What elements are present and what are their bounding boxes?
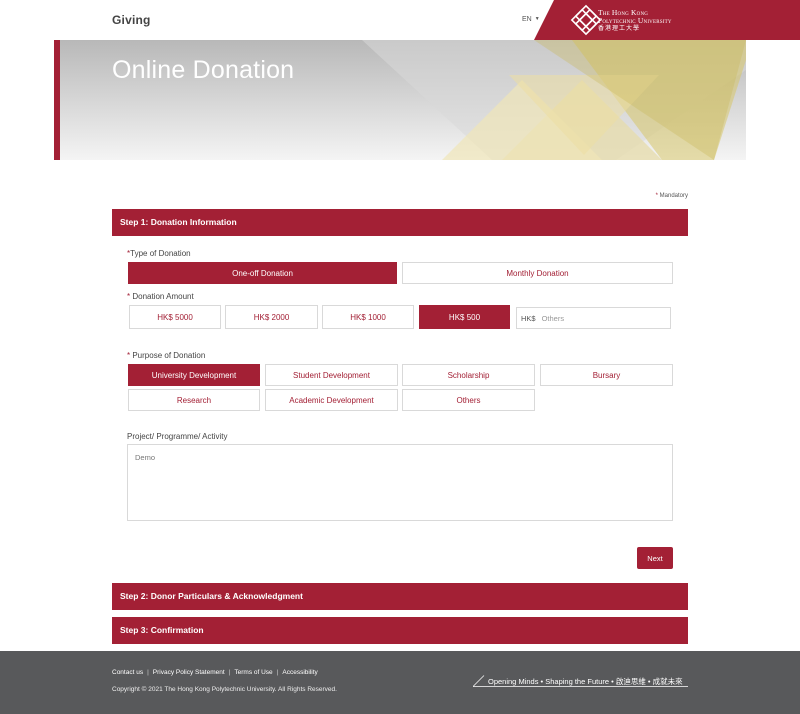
logo-line-3: 香港理工大學 [598, 25, 641, 32]
purpose-academic-development[interactable]: Academic Development [265, 389, 398, 411]
footer-separator: | [276, 669, 279, 676]
mandatory-note: * Mandatory [640, 193, 688, 199]
purpose-others[interactable]: Others [402, 389, 535, 411]
slogan-text: Opening Minds • Shaping the Future • 啟迪思… [488, 677, 683, 686]
step-2-header[interactable]: Step 2: Donor Particulars & Acknowledgme… [112, 583, 688, 610]
top-bar: Giving EN ▼ The Hong Kong Polytechnic Uni… [0, 0, 800, 40]
purpose-university-development[interactable]: University Development [128, 364, 260, 386]
one-off-donation-option[interactable]: One-off Donation [128, 262, 397, 284]
purpose-of-donation-label-text: Purpose of Donation [132, 351, 206, 360]
donation-amount-label: * Donation Amount [127, 292, 194, 301]
logo-text: The Hong Kong Polytechnic University 香港理… [598, 9, 672, 33]
purpose-scholarship[interactable]: Scholarship [402, 364, 535, 386]
type-of-donation-label: *Type of Donation [127, 249, 191, 258]
site-brand[interactable]: Giving [112, 13, 151, 27]
purpose-research[interactable]: Research [128, 389, 260, 411]
monthly-donation-option[interactable]: Monthly Donation [402, 262, 673, 284]
amount-option-2000[interactable]: HK$ 2000 [225, 305, 318, 329]
other-amount-currency: HK$ [521, 313, 536, 323]
slogan: Opening Minds • Shaping the Future • 啟迪思… [473, 675, 688, 687]
footer-link-accessibility[interactable]: Accessibility [282, 669, 317, 676]
step-1-header[interactable]: Step 1: Donation Information [112, 209, 688, 236]
project-label: Project/ Programme/ Activity [127, 432, 228, 441]
purpose-of-donation-label: * Purpose of Donation [127, 351, 205, 360]
type-of-donation-label-text: Type of Donation [130, 249, 191, 258]
footer-separator: | [228, 669, 231, 676]
purpose-bursary[interactable]: Bursary [540, 364, 673, 386]
mandatory-note-text: Mandatory [659, 193, 688, 199]
amount-option-500[interactable]: HK$ 500 [419, 305, 510, 329]
page-title: Online Donation [112, 56, 295, 84]
page-banner: Online Donation [54, 40, 746, 160]
donation-amount-label-text: Donation Amount [132, 292, 194, 301]
amount-option-1000[interactable]: HK$ 1000 [322, 305, 414, 329]
university-logo[interactable]: The Hong Kong Polytechnic University 香港理… [534, 0, 800, 40]
amount-option-5000[interactable]: HK$ 5000 [129, 305, 221, 329]
footer-links: Contact us | Privacy Policy Statement | … [112, 669, 318, 676]
other-amount-input[interactable] [541, 313, 652, 323]
next-button[interactable]: Next [637, 547, 673, 569]
language-label: EN [522, 16, 532, 23]
other-amount-field[interactable]: HK$ [516, 307, 671, 329]
logo-line-2: Polytechnic University [598, 16, 672, 25]
step-3-header[interactable]: Step 3: Confirmation [112, 617, 688, 644]
footer-separator: | [147, 669, 149, 676]
copyright-text: Copyright © 2021 The Hong Kong Polytechn… [112, 686, 337, 693]
purpose-student-development[interactable]: Student Development [265, 364, 398, 386]
project-textarea[interactable]: Demo [127, 444, 673, 521]
footer-link-privacy[interactable]: Privacy Policy Statement [153, 669, 225, 676]
footer-link-terms[interactable]: Terms of Use [234, 669, 272, 676]
footer-link-contact[interactable]: Contact us [112, 669, 143, 676]
site-footer: Contact us | Privacy Policy Statement | … [0, 651, 800, 714]
